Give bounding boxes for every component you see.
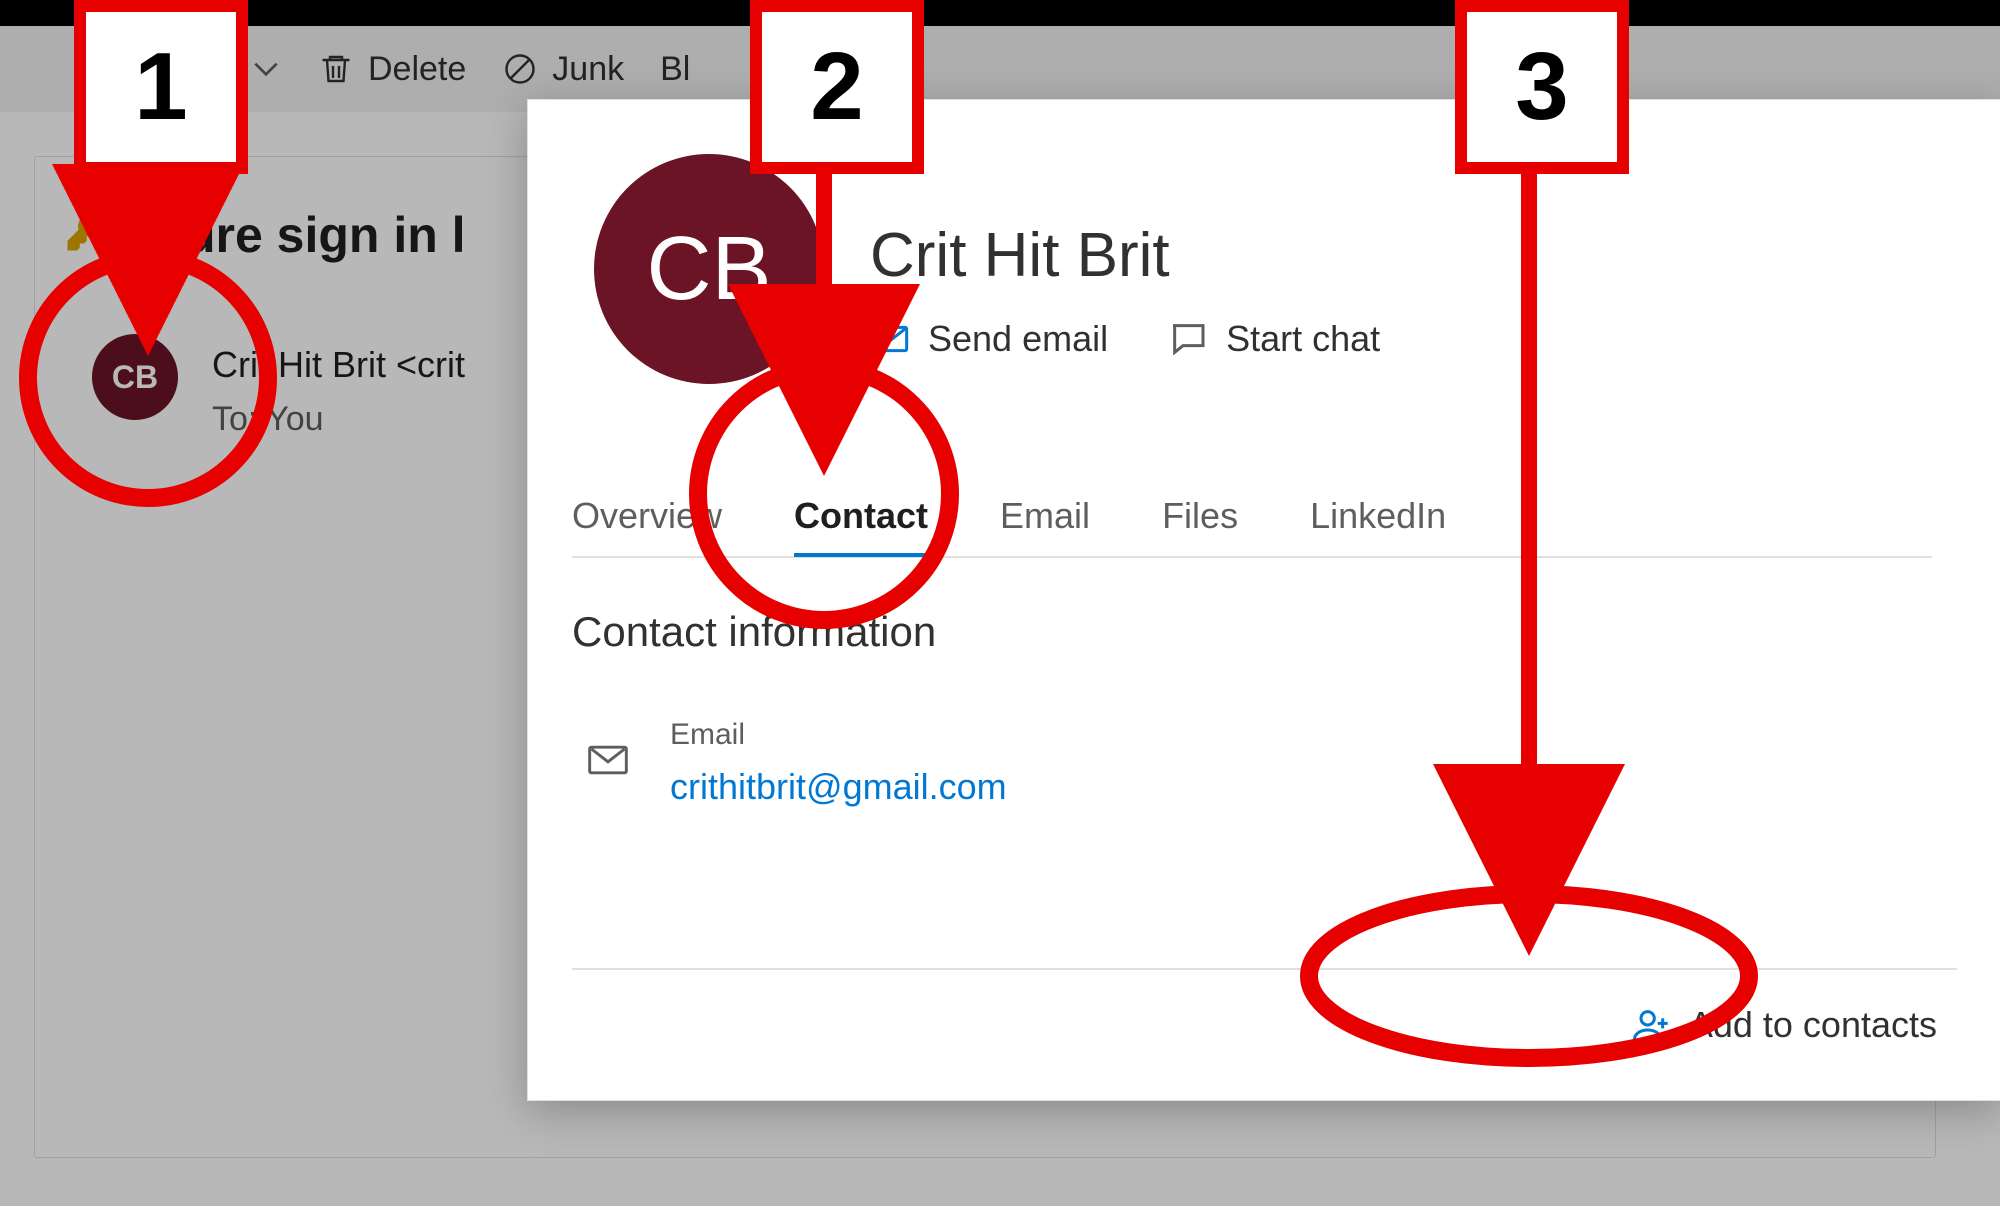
tab-linkedin[interactable]: LinkedIn [1310,495,1446,537]
chat-icon [1168,319,1208,359]
block-button-partial[interactable]: Bl [660,50,690,89]
add-person-icon [1631,1005,1671,1045]
section-title: Contact information [572,608,936,656]
email-info-row: Email crithitbrit@gmail.com [586,718,1007,808]
add-to-contacts-button[interactable]: Add to contacts [572,968,1957,1080]
email-field-label: Email [670,718,1007,752]
junk-label: Junk [552,50,624,89]
block-label: Bl [660,50,690,89]
callout-2-label: 2 [810,32,863,142]
delete-button[interactable]: Delete [318,50,466,89]
tab-overview[interactable]: Overview [572,495,722,537]
chevron-down-icon [250,53,282,85]
tab-contact[interactable]: Contact [794,495,928,537]
sender-line: Crit Hit Brit <crit [212,344,465,386]
tab-email[interactable]: Email [1000,495,1090,537]
card-avatar: CB [594,154,824,384]
callout-3-label: 3 [1515,32,1568,142]
tab-files[interactable]: Files [1162,495,1238,537]
callout-3: 3 [1455,0,1629,174]
sender-avatar[interactable]: CB [92,334,178,420]
mail-outline-icon [586,738,630,782]
block-icon [502,51,538,87]
more-chevron[interactable] [250,53,282,85]
card-avatar-initials: CB [646,218,771,321]
callout-1-label: 1 [134,32,187,142]
card-actions: Send email Start chat [870,318,1380,360]
junk-button[interactable]: Junk [502,50,624,89]
send-email-label: Send email [928,318,1108,360]
email-field-value[interactable]: crithitbrit@gmail.com [670,766,1007,808]
callout-2: 2 [750,0,924,174]
callout-1: 1 [74,0,248,174]
mail-icon [870,319,910,359]
start-chat-button[interactable]: Start chat [1168,318,1380,360]
delete-label: Delete [368,50,466,89]
send-email-button[interactable]: Send email [870,318,1108,360]
trash-icon [318,51,354,87]
start-chat-label: Start chat [1226,318,1380,360]
contact-card: CB Crit Hit Brit Send email Start chat O… [527,99,2000,1101]
card-tabs: Overview Contact Email Files LinkedIn [572,476,1932,558]
sender-avatar-initials: CB [112,359,158,396]
card-display-name: Crit Hit Brit [870,220,1170,291]
to-line: To: You [212,400,324,439]
message-subject: Secure sign in l [96,206,466,264]
add-to-contacts-label: Add to contacts [1689,1004,1937,1046]
